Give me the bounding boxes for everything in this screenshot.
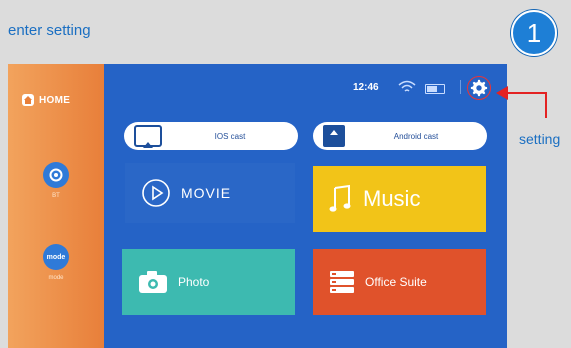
instruction-caption: enter setting: [8, 22, 91, 39]
music-note-icon: [329, 184, 351, 212]
mode-badge-text: mode: [46, 253, 66, 261]
photo-tile[interactable]: Photo: [122, 249, 295, 315]
photo-label: Photo: [178, 275, 210, 289]
sidebar: HOME BT mode mode: [8, 64, 104, 348]
ios-cast-label: IOS cast: [214, 131, 246, 141]
callout-arrow-line: [545, 92, 547, 118]
sidebar-item-label: BT: [52, 193, 60, 199]
home-icon: [22, 94, 34, 106]
status-divider: [460, 80, 461, 94]
battery-icon: [425, 84, 445, 94]
music-tile[interactable]: Music: [313, 166, 486, 232]
home-button[interactable]: HOME: [22, 94, 70, 106]
step-number-badge: 1: [511, 10, 557, 56]
callout-arrow-line: [507, 92, 547, 94]
wifi-icon: [398, 80, 416, 92]
office-suite-label: Office Suite: [365, 275, 427, 289]
music-label: Music: [363, 186, 421, 211]
callout-arrow-head: [496, 86, 508, 100]
android-cast-label: Android cast: [393, 131, 439, 141]
sidebar-item-bt[interactable]: BT: [38, 162, 74, 199]
android-cast-icon: [323, 125, 345, 147]
setting-callout-label: setting: [519, 131, 561, 147]
gear-icon: [470, 79, 488, 97]
play-icon: [142, 179, 170, 207]
sidebar-item-mode[interactable]: mode mode: [38, 244, 74, 281]
projector-home-screen: HOME BT mode mode 12:46 IOS cast Android…: [8, 64, 507, 348]
sidebar-item-label: mode: [48, 275, 64, 281]
ios-cast-button[interactable]: IOS cast: [124, 122, 298, 150]
status-time: 12:46: [353, 82, 379, 93]
document-list-icon: [330, 271, 354, 293]
camera-icon: [139, 271, 167, 293]
settings-button[interactable]: [467, 76, 491, 100]
screen-mirror-icon: [134, 125, 162, 148]
home-label: HOME: [39, 94, 71, 106]
mode-icon: mode: [43, 244, 69, 270]
movie-tile[interactable]: MOVIE: [125, 163, 295, 223]
office-suite-tile[interactable]: Office Suite: [313, 249, 486, 315]
android-cast-button[interactable]: Android cast: [313, 122, 487, 150]
movie-label: MOVIE: [181, 185, 232, 201]
bt-icon: [43, 162, 69, 188]
